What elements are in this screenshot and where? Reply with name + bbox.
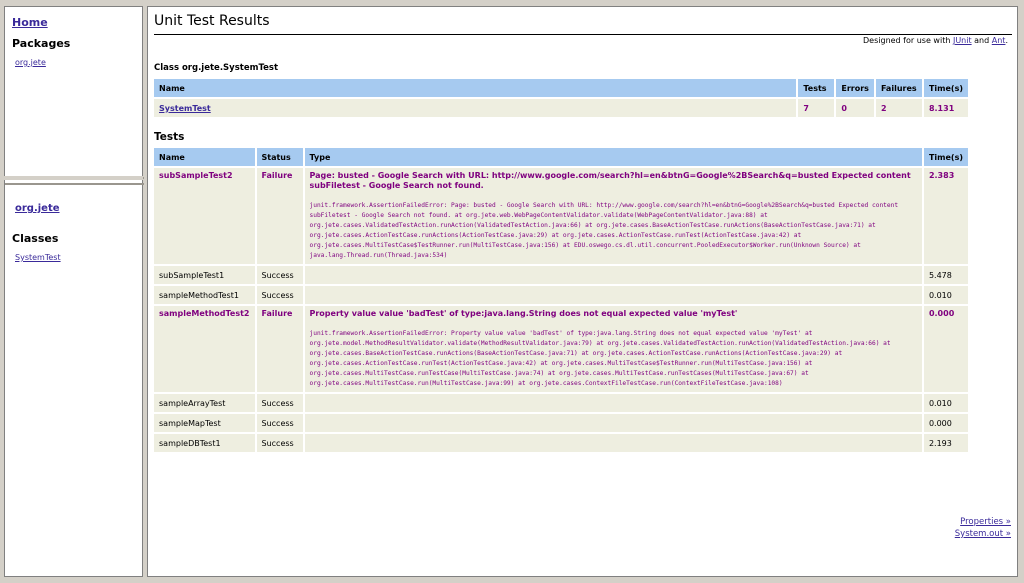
packages-pane: Home Packages org.jete bbox=[5, 7, 144, 179]
designed-period: . bbox=[1005, 36, 1008, 45]
test-time: 0.000 bbox=[923, 414, 968, 432]
test-name: subSampleTest1 bbox=[154, 266, 255, 284]
footer-links: Properties » System.out » bbox=[955, 516, 1011, 540]
test-name: sampleMethodTest2 bbox=[154, 306, 255, 392]
table-row: sampleMethodTest1 Success 0.010 bbox=[154, 286, 968, 304]
test-type: Property value value 'badTest' of type:j… bbox=[304, 306, 922, 392]
col-name: Name bbox=[154, 79, 797, 97]
package-link-org-jete[interactable]: org.jete bbox=[15, 58, 46, 67]
home-link[interactable]: Home bbox=[12, 16, 48, 29]
window-edge bbox=[1018, 0, 1024, 583]
test-type bbox=[304, 286, 922, 304]
test-type bbox=[304, 434, 922, 452]
test-time: 2.383 bbox=[923, 168, 968, 264]
ant-link[interactable]: Ant bbox=[992, 36, 1006, 45]
classes-heading: Classes bbox=[12, 232, 59, 245]
col-tests: Tests bbox=[798, 79, 835, 97]
systemtest-link[interactable]: SystemTest bbox=[159, 104, 211, 113]
col-status: Status bbox=[256, 148, 303, 166]
table-row: sampleMethodTest2 Failure Property value… bbox=[154, 306, 968, 392]
classes-pane: org.jete Classes SystemTest bbox=[5, 183, 144, 578]
col-test-time: Time(s) bbox=[923, 148, 968, 166]
tests-heading: Tests bbox=[154, 131, 185, 143]
test-status: Failure bbox=[256, 306, 303, 392]
tests-table: Name Status Type Time(s) subSampleTest2 … bbox=[152, 146, 970, 454]
packages-heading: Packages bbox=[12, 37, 71, 50]
stack-trace: junit.framework.AssertionFailedError: Pr… bbox=[309, 330, 891, 387]
test-status: Success bbox=[256, 434, 303, 452]
col-time: Time(s) bbox=[923, 79, 968, 97]
table-row: subSampleTest2 Failure Page: busted - Go… bbox=[154, 168, 968, 264]
test-name: sampleMethodTest1 bbox=[154, 286, 255, 304]
test-type bbox=[304, 414, 922, 432]
test-type: Page: busted - Google Search with URL: h… bbox=[304, 168, 922, 264]
package-title-link[interactable]: org.jete bbox=[15, 203, 60, 214]
table-row: SystemTest 7 0 2 8.131 bbox=[154, 99, 968, 117]
content-frame: Unit Test Results Designed for use with … bbox=[147, 6, 1018, 577]
status-strip bbox=[0, 577, 1024, 583]
test-time: 0.010 bbox=[923, 394, 968, 412]
failure-message: Page: busted - Google Search with URL: h… bbox=[309, 171, 911, 190]
designed-and: and bbox=[974, 36, 990, 45]
title-rule bbox=[154, 34, 1012, 35]
page-title: Unit Test Results bbox=[154, 13, 270, 29]
test-status: Success bbox=[256, 286, 303, 304]
test-time: 5.478 bbox=[923, 266, 968, 284]
test-time: 0.000 bbox=[923, 306, 968, 392]
col-test-name: Name bbox=[154, 148, 255, 166]
test-type bbox=[304, 394, 922, 412]
stack-trace: junit.framework.AssertionFailedError: Pa… bbox=[309, 202, 899, 259]
failure-message: Property value value 'badTest' of type:j… bbox=[309, 309, 738, 318]
test-time: 2.193 bbox=[923, 434, 968, 452]
test-status: Success bbox=[256, 414, 303, 432]
test-name: sampleMapTest bbox=[154, 414, 255, 432]
class-summary-table: Name Tests Errors Failures Time(s) Syste… bbox=[152, 77, 970, 119]
failures-count: 2 bbox=[875, 99, 922, 117]
table-row: subSampleTest1 Success 5.478 bbox=[154, 266, 968, 284]
frame-divider[interactable] bbox=[4, 176, 143, 180]
test-name: subSampleTest2 bbox=[154, 168, 255, 264]
system-out-link[interactable]: System.out » bbox=[955, 528, 1011, 540]
test-type bbox=[304, 266, 922, 284]
test-name: sampleArrayTest bbox=[154, 394, 255, 412]
table-row: sampleMapTest Success 0.000 bbox=[154, 414, 968, 432]
table-row: sampleArrayTest Success 0.010 bbox=[154, 394, 968, 412]
test-time: 0.010 bbox=[923, 286, 968, 304]
test-name: sampleDBTest1 bbox=[154, 434, 255, 452]
junit-link[interactable]: JUnit bbox=[953, 36, 972, 45]
col-failures: Failures bbox=[875, 79, 922, 97]
table-header-row: Name Status Type Time(s) bbox=[154, 148, 968, 166]
class-heading: Class org.jete.SystemTest bbox=[154, 63, 279, 73]
errors-count: 0 bbox=[836, 99, 874, 117]
test-status: Success bbox=[256, 394, 303, 412]
tests-count: 7 bbox=[798, 99, 835, 117]
col-type: Type bbox=[304, 148, 922, 166]
col-errors: Errors bbox=[836, 79, 874, 97]
nav-frame: Home Packages org.jete org.jete Classes … bbox=[4, 6, 144, 578]
total-time: 8.131 bbox=[923, 99, 968, 117]
properties-link[interactable]: Properties » bbox=[955, 516, 1011, 528]
test-status: Failure bbox=[256, 168, 303, 264]
class-link-systemtest[interactable]: SystemTest bbox=[15, 253, 61, 262]
test-status: Success bbox=[256, 266, 303, 284]
table-row: sampleDBTest1 Success 2.193 bbox=[154, 434, 968, 452]
designed-for-note: Designed for use with JUnit and Ant. bbox=[863, 36, 1008, 45]
designed-prefix: Designed for use with bbox=[863, 36, 951, 45]
table-header-row: Name Tests Errors Failures Time(s) bbox=[154, 79, 968, 97]
